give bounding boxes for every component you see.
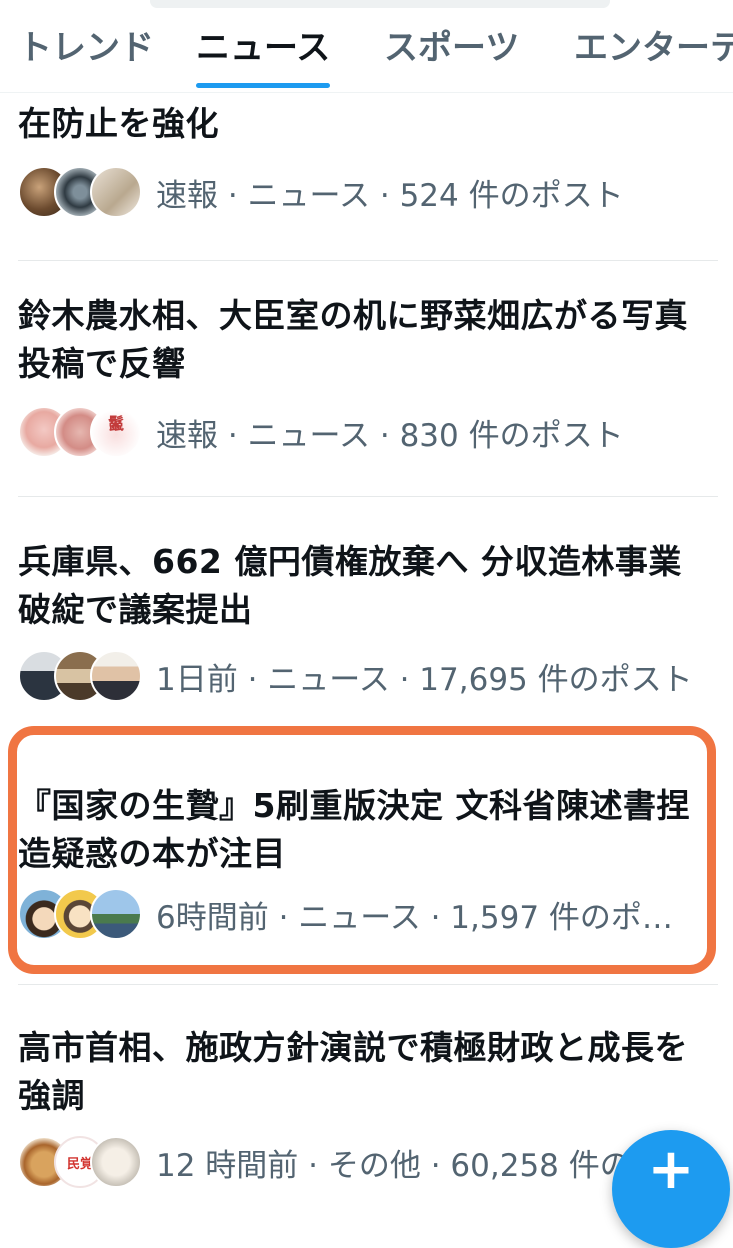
avatar-stack: 鬣 (18, 404, 142, 460)
news-item[interactable]: 兵庫県、662 億円債権放棄へ 分収造林事業破綻で議案提出 1日前 · ニュース… (18, 538, 718, 728)
divider (18, 984, 718, 985)
news-title: 在防止を強化 (18, 104, 219, 143)
tab-entertainment[interactable]: エンターテ (574, 22, 733, 92)
avatar-stack (18, 164, 142, 220)
divider (18, 260, 718, 261)
avatar-stack (18, 648, 142, 704)
avatar (90, 1136, 142, 1188)
tab-sports[interactable]: スポーツ (384, 22, 519, 92)
tab-news[interactable]: ニュース (196, 22, 331, 92)
avatar-stack (18, 886, 142, 942)
avatar-stack: 民覚 (18, 1134, 142, 1190)
news-item[interactable]: 鈴木農水相、大臣室の机に野菜畑広がる写真投稿で反響 鬣 速報 · ニュース · … (18, 292, 718, 482)
avatar (90, 166, 142, 218)
news-title: 鈴木農水相、大臣室の机に野菜畑広がる写真投稿で反響 (18, 296, 688, 383)
news-item-highlighted[interactable]: 『国家の生贄』5刷重版決定 文科省陳述書捏造疑惑の本が注目 6時間前 · ニュー… (18, 782, 718, 972)
avatar: 鬣 (90, 406, 142, 458)
compose-button[interactable]: + (612, 1130, 730, 1248)
avatar-badge-text: 鬣 (107, 414, 124, 433)
search-bar-edge[interactable] (150, 0, 610, 8)
avatar (90, 650, 142, 702)
news-title: 高市首相、施政方針演説で積極財政と成長を強調 (18, 1028, 688, 1115)
news-meta: 1日前 · ニュース · 17,695 件のポスト (156, 661, 693, 698)
avatar (90, 888, 142, 940)
active-tab-indicator (196, 83, 331, 88)
tab-trend[interactable]: トレンド (18, 22, 154, 92)
news-meta: 12 時間前 · その他 · 60,258 件のポ (156, 1147, 662, 1184)
news-title: 『国家の生贄』5刷重版決定 文科省陳述書捏造疑惑の本が注目 (18, 786, 690, 873)
top-tab-bar: トレンド ニュース スポーツ エンターテ (0, 0, 733, 93)
plus-icon: + (647, 1137, 695, 1202)
news-meta: 6時間前 · ニュース · 1,597 件のポ… (156, 899, 673, 936)
news-title: 兵庫県、662 億円債権放棄へ 分収造林事業破綻で議案提出 (18, 542, 682, 629)
news-item[interactable]: 在防止を強化 速報 · ニュース · 524 件のポスト (18, 92, 718, 252)
divider (18, 496, 718, 497)
news-meta: 速報 · ニュース · 524 件のポスト (156, 177, 624, 214)
news-meta: 速報 · ニュース · 830 件のポスト (156, 417, 624, 454)
